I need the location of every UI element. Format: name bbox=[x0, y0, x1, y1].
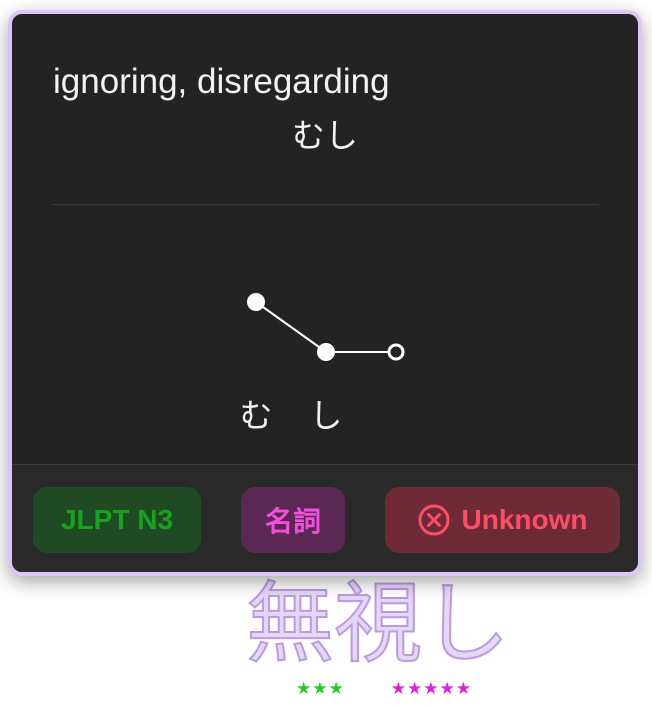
pitch-dot-high bbox=[247, 293, 265, 311]
part-of-speech-label: 名詞 bbox=[264, 506, 321, 537]
status-label: Unknown bbox=[461, 504, 588, 535]
magenta-stars-icon: ★★★★★ bbox=[390, 679, 472, 699]
pitch-mora-2: し bbox=[309, 396, 343, 435]
circle-x-icon bbox=[418, 504, 449, 536]
jlpt-tag[interactable]: JLPT N3 bbox=[33, 487, 201, 553]
green-stars-icon: ★★★ bbox=[296, 679, 345, 699]
pitch-line-drop bbox=[255, 301, 327, 353]
status-button[interactable]: Unknown bbox=[385, 487, 620, 553]
pitch-mora-1: む bbox=[239, 396, 273, 435]
pitch-dot-low bbox=[317, 343, 335, 361]
frequency-stars: ★★★ ★★★★★ bbox=[296, 680, 472, 698]
part-of-speech-tag[interactable]: 名詞 bbox=[241, 487, 345, 553]
tag-bar: JLPT N3 名詞 Unknown bbox=[12, 464, 638, 572]
jlpt-tag-label: JLPT N3 bbox=[60, 504, 174, 535]
pitch-dot-particle bbox=[387, 343, 405, 361]
background-word-text[interactable]: 無視し bbox=[245, 571, 511, 676]
stage: 無視し ★★★ ★★★★★ ignoring, disregarding むし … bbox=[0, 0, 652, 706]
dictionary-popup: ignoring, disregarding むし む し JLPT N3 名詞 bbox=[8, 10, 642, 576]
